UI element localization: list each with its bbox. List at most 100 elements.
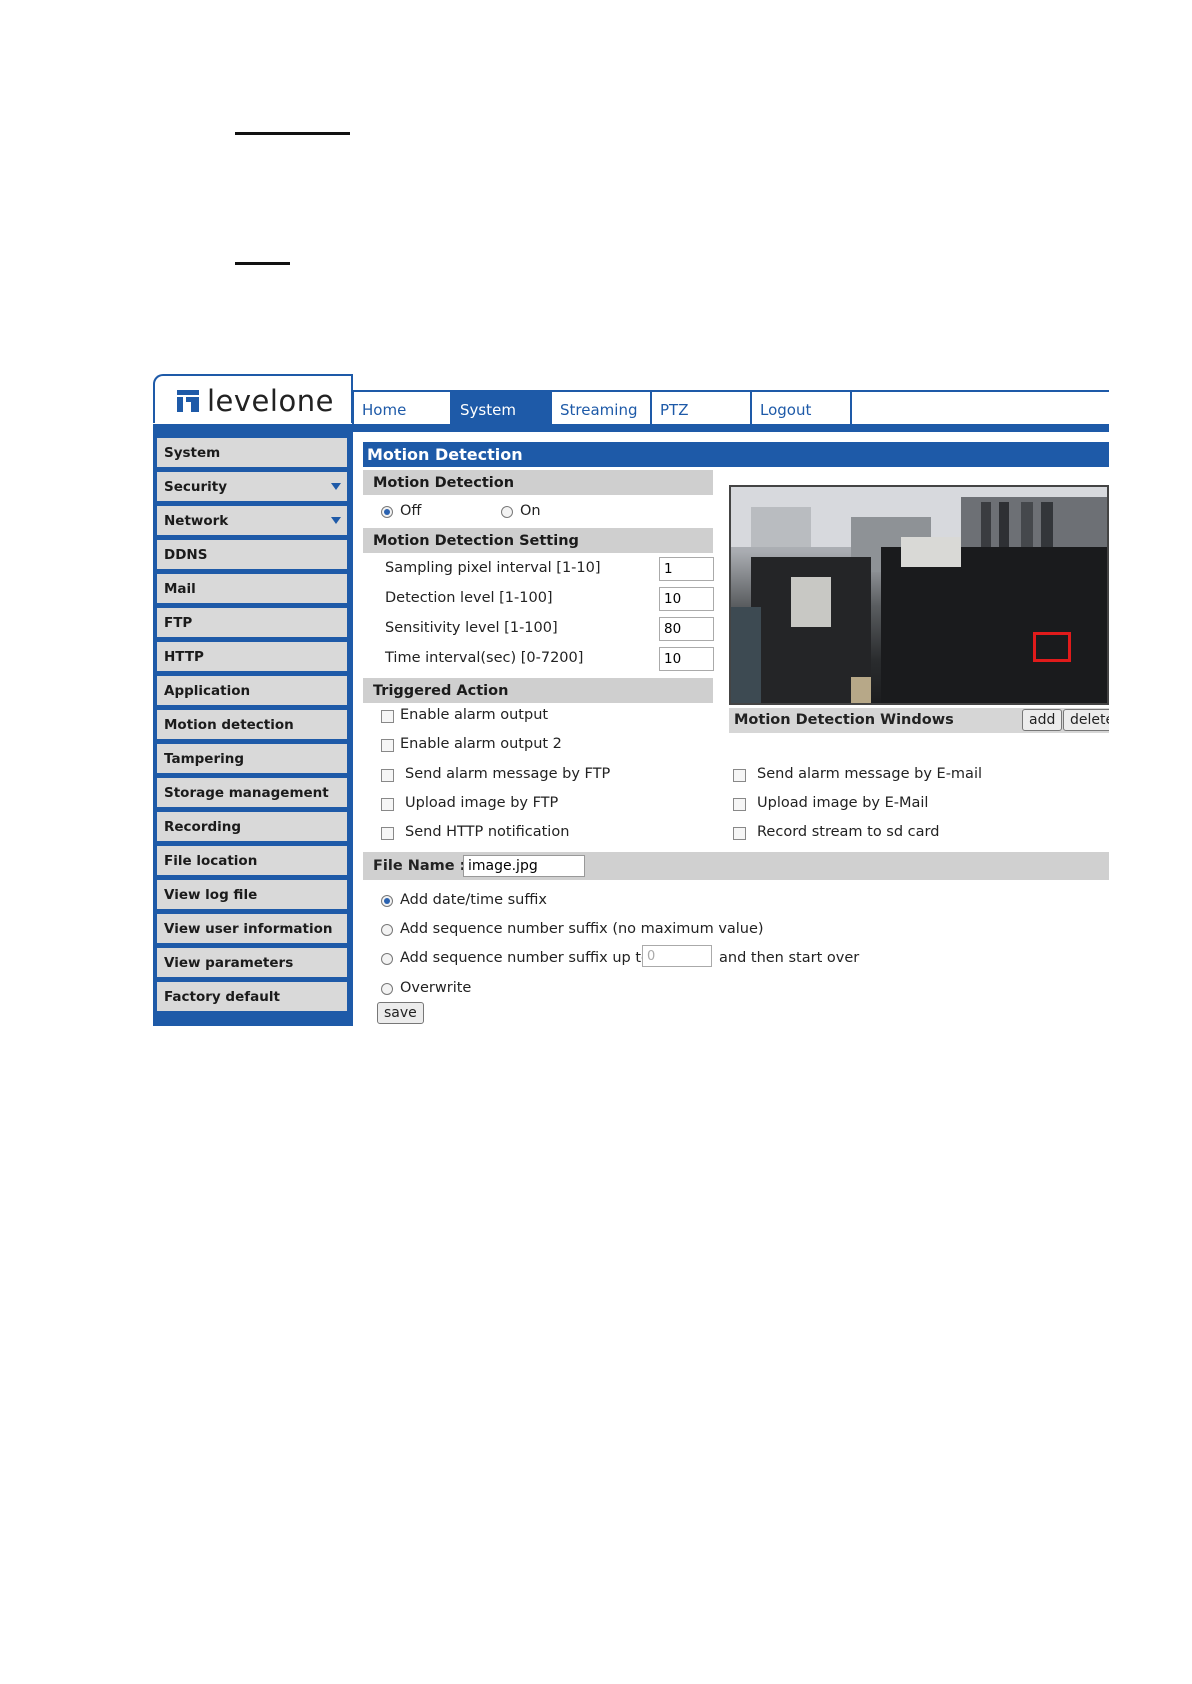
time-interval-label: Time interval(sec) [0-7200] <box>385 650 584 666</box>
sidebar-item-http[interactable]: HTTP <box>157 642 347 671</box>
sidebar-item-factory-default[interactable]: Factory default <box>157 982 347 1011</box>
motion-setting-header: Motion Detection Setting <box>363 528 713 553</box>
expand-arrow-icon <box>331 483 341 490</box>
sampling-label: Sampling pixel interval [1-10] <box>385 560 601 576</box>
http-notify-label: Send HTTP notification <box>405 824 570 840</box>
heading-underline-1 <box>235 132 350 135</box>
sidebar-item-mail[interactable]: Mail <box>157 574 347 603</box>
time-interval-input[interactable] <box>659 647 714 671</box>
motion-on-label: On <box>520 503 541 519</box>
sidebar-item-file-location[interactable]: File location <box>157 846 347 875</box>
sidebar-item-security[interactable]: Security <box>157 472 347 501</box>
sampling-input[interactable] <box>659 557 714 581</box>
sidebar-item-application[interactable]: Application <box>157 676 347 705</box>
sidebar-item-label: FTP <box>164 615 193 631</box>
motion-off-radio[interactable] <box>381 506 393 518</box>
enable-alarm-output-2-label: Enable alarm output 2 <box>400 736 562 752</box>
page-title: Motion Detection <box>363 442 1109 467</box>
logo-tab: levelone <box>153 374 353 423</box>
sidebar-item-motion-detection[interactable]: Motion detection <box>157 710 347 739</box>
suffix-datetime-label: Add date/time suffix <box>400 892 547 908</box>
motion-window-box[interactable] <box>1033 632 1071 662</box>
tab-ptz[interactable]: PTZ <box>652 392 752 424</box>
sidebar-item-storage-management[interactable]: Storage management <box>157 778 347 807</box>
overwrite-label: Overwrite <box>400 980 472 996</box>
sidebar-item-label: Mail <box>164 581 196 597</box>
sidebar-item-label: DDNS <box>164 547 208 563</box>
http-notify-checkbox[interactable] <box>381 827 394 840</box>
ftp-alarm-checkbox[interactable] <box>381 769 394 782</box>
motion-detection-header: Motion Detection <box>363 470 713 495</box>
suffix-sequence-radio[interactable] <box>381 924 393 936</box>
sidebar-item-label: System <box>164 445 221 461</box>
levelone-logo-icon <box>177 390 199 412</box>
sidebar-item-label: Security <box>164 479 228 495</box>
file-name-input[interactable] <box>463 855 585 877</box>
heading-underline-2 <box>235 262 290 265</box>
sensitivity-input[interactable] <box>659 617 714 641</box>
enable-alarm-output-checkbox[interactable] <box>381 710 394 723</box>
sd-record-checkbox[interactable] <box>733 827 746 840</box>
expand-arrow-icon <box>331 517 341 524</box>
email-alarm-checkbox[interactable] <box>733 769 746 782</box>
sidebar-item-label: Network <box>164 513 229 529</box>
camera-scene <box>731 487 1107 703</box>
sidebar-item-label: View log file <box>164 887 258 903</box>
ftp-upload-checkbox[interactable] <box>381 798 394 811</box>
save-button[interactable]: save <box>377 1002 424 1024</box>
sidebar-item-label: Application <box>164 683 251 699</box>
tab-system[interactable]: System <box>452 392 552 424</box>
sidebar: System Security Network DDNS Mail FTP HTTP Appl… <box>153 432 353 1026</box>
motion-windows-title: Motion Detection Windows <box>734 712 954 728</box>
tab-logout[interactable]: Logout <box>752 392 852 424</box>
file-name-label: File Name : <box>373 858 466 874</box>
overwrite-radio[interactable] <box>381 983 393 995</box>
logo-text: levelone <box>207 384 334 418</box>
sidebar-item-label: Storage management <box>164 785 329 801</box>
sidebar-item-label: Tampering <box>164 751 245 767</box>
motion-windows-bar: Motion Detection Windows add delete <box>729 708 1109 733</box>
sidebar-item-ddns[interactable]: DDNS <box>157 540 347 569</box>
sidebar-item-view-parameters[interactable]: View parameters <box>157 948 347 977</box>
camera-web-ui: levelone Home System Streaming PTZ Logou… <box>153 372 1109 1026</box>
sidebar-item-label: View user information <box>164 921 333 937</box>
triggered-action-header: Triggered Action <box>363 678 713 703</box>
suffix-sequence-label: Add sequence number suffix (no maximum v… <box>400 921 764 937</box>
sd-record-label: Record stream to sd card <box>757 824 940 840</box>
suffix-datetime-radio[interactable] <box>381 895 393 907</box>
delete-window-button[interactable]: delete <box>1063 709 1109 731</box>
add-window-button[interactable]: add <box>1022 709 1063 731</box>
sidebar-item-view-log-file[interactable]: View log file <box>157 880 347 909</box>
email-upload-checkbox[interactable] <box>733 798 746 811</box>
motion-off-label: Off <box>400 503 422 519</box>
camera-preview[interactable] <box>729 485 1109 705</box>
sidebar-item-system[interactable]: System <box>157 438 347 467</box>
sidebar-item-ftp[interactable]: FTP <box>157 608 347 637</box>
detection-level-input[interactable] <box>659 587 714 611</box>
file-name-row: File Name : <box>363 852 1109 880</box>
nav-underline-bar <box>153 424 1109 432</box>
start-over-label: and then start over <box>719 950 860 966</box>
email-alarm-label: Send alarm message by E-mail <box>757 766 982 782</box>
ftp-upload-label: Upload image by FTP <box>405 795 559 811</box>
suffix-sequence-upto-label: Add sequence number suffix up to <box>400 950 650 966</box>
sidebar-item-tampering[interactable]: Tampering <box>157 744 347 773</box>
motion-on-radio[interactable] <box>501 506 513 518</box>
sensitivity-label: Sensitivity level [1-100] <box>385 620 558 636</box>
tab-streaming[interactable]: Streaming <box>552 392 652 424</box>
sidebar-item-view-user-information[interactable]: View user information <box>157 914 347 943</box>
sequence-max-input[interactable] <box>642 945 712 967</box>
email-upload-label: Upload image by E-Mail <box>757 795 929 811</box>
sidebar-item-label: Motion detection <box>164 717 294 733</box>
suffix-sequence-upto-radio[interactable] <box>381 953 393 965</box>
sidebar-item-network[interactable]: Network <box>157 506 347 535</box>
enable-alarm-output-2-checkbox[interactable] <box>381 739 394 752</box>
ftp-alarm-label: Send alarm message by FTP <box>405 766 611 782</box>
sidebar-item-recording[interactable]: Recording <box>157 812 347 841</box>
sidebar-item-label: Recording <box>164 819 242 835</box>
sidebar-item-label: HTTP <box>164 649 204 665</box>
sidebar-item-label: File location <box>164 853 258 869</box>
enable-alarm-output-label: Enable alarm output <box>400 707 549 723</box>
sidebar-item-label: Factory default <box>164 989 280 1005</box>
tab-home[interactable]: Home <box>352 392 452 424</box>
